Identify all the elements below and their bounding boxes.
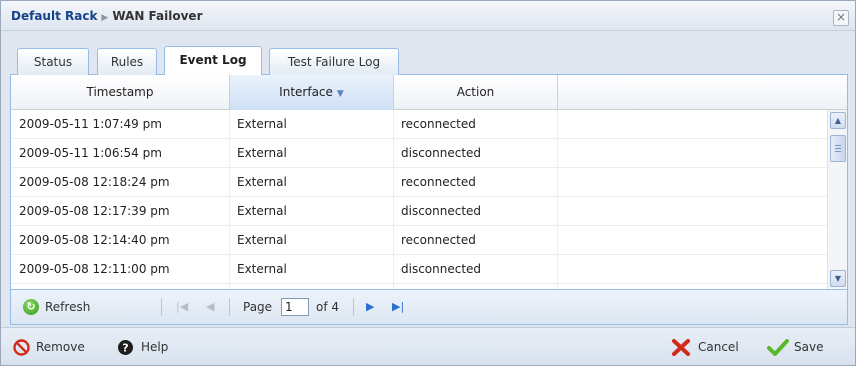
scroll-grip-line [835,148,841,149]
page-number-input[interactable] [281,298,309,316]
next-page-icon[interactable]: ▶ [366,290,374,324]
sort-desc-icon: ▼ [336,89,344,99]
table-row[interactable]: 2009-05-08 12:14:40 pm External reconnec… [11,226,827,255]
table-row[interactable]: 2009-05-08 12:11:00 pm External disconne… [11,255,827,284]
paging-toolbar: ↻ Refresh |◀ ◀ Page of 4 ▶ ▶| [10,289,848,325]
cell-interface: External [237,146,287,160]
cell-action: reconnected [401,117,476,131]
cell-timestamp: 2009-05-08 12:14:40 pm [19,233,170,247]
column-header-timestamp[interactable]: Timestamp [11,75,230,110]
toolbar-separator [353,298,354,316]
cell-timestamp: 2009-05-11 1:06:54 pm [19,146,162,160]
column-header-label: Action [456,85,495,99]
cell-timestamp: 2009-05-08 12:17:39 pm [19,204,170,218]
cell-action: disconnected [401,146,482,160]
tab-test-failure-log[interactable]: Test Failure Log [269,48,399,75]
vertical-scrollbar[interactable]: ▲ ▼ [827,110,847,289]
table-row[interactable]: 2009-05-11 1:06:54 pm External disconnec… [11,139,827,168]
cell-interface: External [237,117,287,131]
save-icon[interactable] [767,339,789,356]
table-row[interactable]: 2009-05-11 1:07:49 pm External reconnect… [11,110,827,139]
cell-interface: External [237,204,287,218]
column-header-action[interactable]: Action [394,75,558,110]
toolbar-separator [161,298,162,316]
refresh-button[interactable]: Refresh [45,290,90,324]
cell-timestamp: 2009-05-08 12:18:24 pm [19,175,170,189]
last-page-icon[interactable]: ▶| [392,290,404,324]
cancel-icon[interactable] [671,339,691,356]
breadcrumb-current: WAN Failover [112,9,203,23]
scroll-grip-line [835,145,841,146]
footer-toolbar: Remove ? Help Cancel Save [1,327,855,365]
breadcrumb-separator-icon: ▶ [101,13,109,23]
cancel-button[interactable]: Cancel [698,328,739,366]
cell-timestamp: 2009-05-08 12:11:00 pm [19,262,170,276]
first-page-icon[interactable]: |◀ [176,290,188,324]
cell-interface: External [237,233,287,247]
tab-event-log[interactable]: Event Log [164,46,262,76]
help-button[interactable]: Help [141,328,168,366]
column-header-label: Interface [279,85,333,99]
cell-action: disconnected [401,204,482,218]
breadcrumb-root[interactable]: Default Rack [11,9,97,23]
scroll-thumb[interactable] [830,135,846,162]
scroll-down-icon[interactable]: ▼ [830,270,846,287]
tab-bar: Status Rules Event Log Test Failure Log [10,37,848,76]
cell-interface: External [237,262,287,276]
tab-status[interactable]: Status [17,48,89,75]
cell-action: disconnected [401,262,482,276]
page-count-label: of 4 [316,300,340,314]
cell-action: reconnected [401,233,476,247]
help-glyph: ? [122,342,128,355]
scroll-grip-line [835,151,841,152]
table-row[interactable]: 2009-05-08 12:17:39 pm External disconne… [11,197,827,226]
grid-header: Timestamp Interface ▼ Action [11,75,847,110]
cell-action: reconnected [401,175,476,189]
cell-timestamp: 2009-05-11 1:07:49 pm [19,117,162,131]
breadcrumb: Default Rack ▶ WAN Failover [11,9,203,23]
tab-rules[interactable]: Rules [97,48,157,75]
remove-button[interactable]: Remove [36,328,85,366]
close-icon[interactable]: × [833,10,849,26]
scroll-up-icon[interactable]: ▲ [830,112,846,129]
toolbar-separator [229,298,230,316]
help-icon[interactable]: ? [117,339,134,356]
prev-page-icon[interactable]: ◀ [206,290,214,324]
column-header-interface[interactable]: Interface ▼ [230,75,394,110]
remove-icon[interactable] [13,339,30,356]
save-button[interactable]: Save [794,328,823,366]
cell-interface: External [237,175,287,189]
column-header-label: Timestamp [86,85,154,99]
wan-failover-window: Default Rack ▶ WAN Failover × Status Rules… [0,0,856,366]
table-row[interactable]: 2009-05-08 12:18:24 pm External reconnec… [11,168,827,197]
grid-body: 2009-05-11 1:07:49 pm External reconnect… [11,110,827,289]
refresh-icon[interactable]: ↻ [23,299,39,315]
event-log-grid: Timestamp Interface ▼ Action 2009-05-11 1… [10,75,848,289]
page-label: Page [243,300,273,314]
title-bar: Default Rack ▶ WAN Failover × [1,1,855,31]
